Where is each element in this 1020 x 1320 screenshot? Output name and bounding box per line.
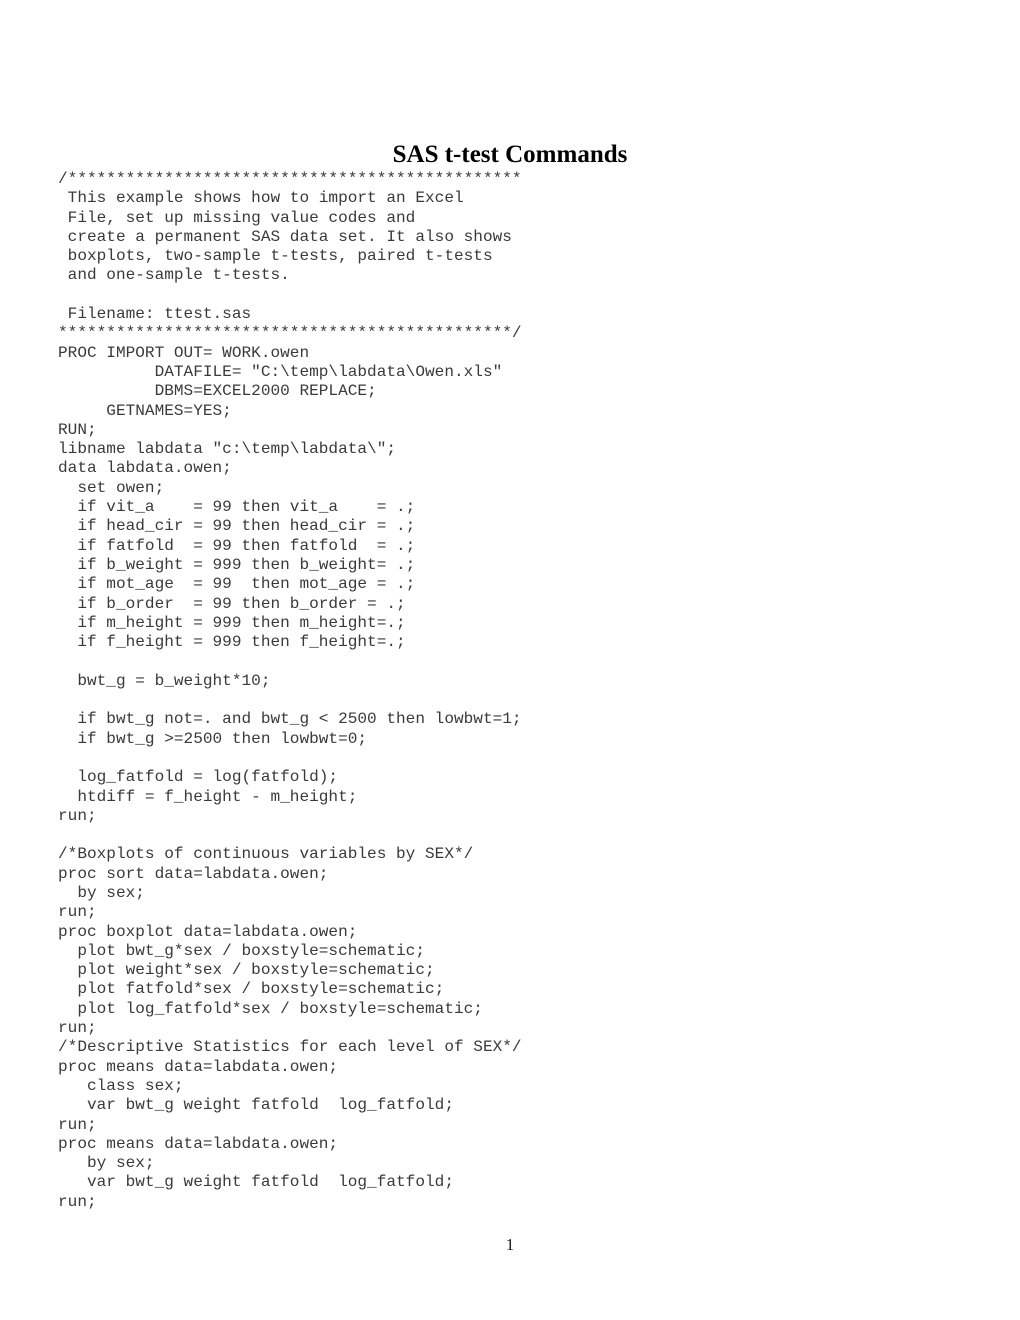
code-line: class sex; xyxy=(58,1076,184,1095)
code-line: plot bwt_g*sex / boxstyle=schematic; xyxy=(58,941,425,960)
code-line: plot weight*sex / boxstyle=schematic; xyxy=(58,961,435,980)
code-line: htdiff = f_height - m_height; xyxy=(58,787,358,806)
code-line: and one-sample t-tests. xyxy=(58,266,290,285)
code-line: bwt_g = b_weight*10; xyxy=(58,671,271,690)
code-line: if bwt_g >=2500 then lowbwt=0; xyxy=(58,729,368,748)
code-line: var bwt_g weight fatfold log_fatfold; xyxy=(58,1173,454,1192)
code-line: data labdata.owen; xyxy=(58,459,232,478)
code-line: by sex; xyxy=(58,883,145,902)
code-line: PROC IMPORT OUT= WORK.owen xyxy=(58,343,310,362)
code-line: proc sort data=labdata.owen; xyxy=(58,864,329,883)
code-line: if fatfold = 99 then fatfold = .; xyxy=(58,536,416,555)
code-line: run; xyxy=(58,1115,97,1134)
code-line: by sex; xyxy=(58,1154,155,1173)
page-number: 1 xyxy=(505,1235,515,1254)
code-line: if head_cir = 99 then head_cir = .; xyxy=(58,517,416,536)
code-line: log_fatfold = log(fatfold); xyxy=(58,768,339,787)
code-line: run; xyxy=(58,1192,97,1211)
code-line: RUN; xyxy=(58,420,97,439)
code-line: plot fatfold*sex / boxstyle=schematic; xyxy=(58,980,445,999)
code-line: proc means data=labdata.owen; xyxy=(58,1134,339,1153)
code-line: set owen; xyxy=(58,478,165,497)
code-line: if bwt_g not=. and bwt_g < 2500 then low… xyxy=(58,710,522,729)
document-page: SAS t-test Commands /*******************… xyxy=(0,0,1020,1320)
code-line: /*Descriptive Statistics for each level … xyxy=(58,1038,522,1057)
code-line: DATAFILE= "C:\temp\labdata\Owen.xls" xyxy=(58,362,503,381)
code-line: run; xyxy=(58,806,97,825)
code-line: if m_height = 999 then m_height=.; xyxy=(58,613,406,632)
code-line: This example shows how to import an Exce… xyxy=(58,189,464,208)
code-line: proc means data=labdata.owen; xyxy=(58,1057,339,1076)
code-line: if b_order = 99 then b_order = .; xyxy=(58,594,406,613)
code-line: run; xyxy=(58,1019,97,1038)
sas-code-block: /***************************************… xyxy=(58,170,958,1212)
code-line: /***************************************… xyxy=(58,170,522,188)
code-line: Filename: ttest.sas xyxy=(58,305,252,324)
code-line: /*Boxplots of continuous variables by SE… xyxy=(58,845,474,864)
code-line: GETNAMES=YES; xyxy=(58,401,232,420)
code-line: if b_weight = 999 then b_weight= .; xyxy=(58,555,416,574)
page-title: SAS t-test Commands xyxy=(392,140,628,168)
code-line: var bwt_g weight fatfold log_fatfold; xyxy=(58,1096,454,1115)
code-line: if vit_a = 99 then vit_a = .; xyxy=(58,498,416,517)
code-line: libname labdata "c:\temp\labdata\"; xyxy=(58,440,397,459)
code-line: proc boxplot data=labdata.owen; xyxy=(58,922,358,941)
code-line: run; xyxy=(58,903,97,922)
code-line: boxplots, two-sample t-tests, paired t-t… xyxy=(58,247,493,266)
code-line: if mot_age = 99 then mot_age = .; xyxy=(58,575,416,594)
code-line: DBMS=EXCEL2000 REPLACE; xyxy=(58,382,377,401)
code-line: ****************************************… xyxy=(58,324,522,343)
code-line: if f_height = 999 then f_height=.; xyxy=(58,633,406,652)
code-line: create a permanent SAS data set. It also… xyxy=(58,227,512,246)
code-line: File, set up missing value codes and xyxy=(58,208,416,227)
code-line: plot log_fatfold*sex / boxstyle=schemati… xyxy=(58,999,483,1018)
